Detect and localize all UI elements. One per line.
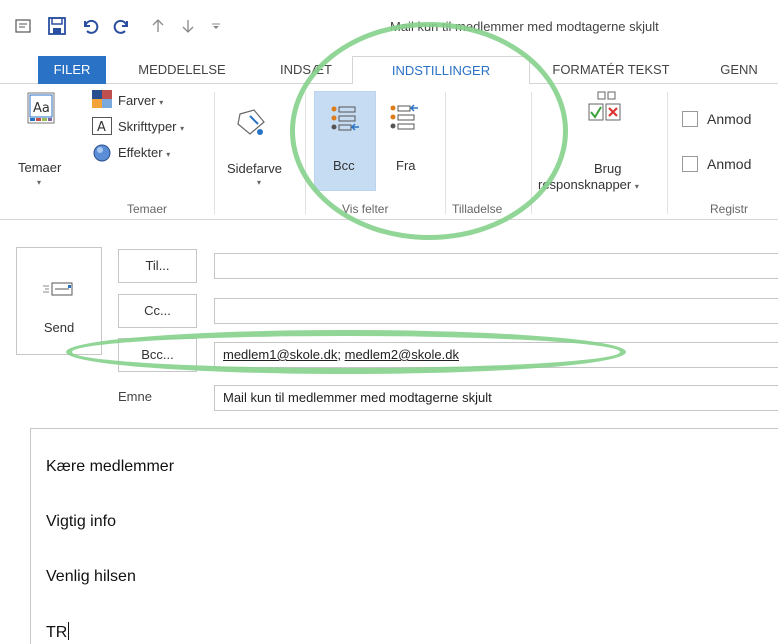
to-field[interactable] (214, 253, 778, 279)
down-arrow-icon[interactable] (178, 16, 198, 36)
save-icon[interactable] (47, 16, 67, 36)
fonts-icon: A (92, 117, 112, 138)
group-separator (531, 92, 532, 214)
cc-button[interactable]: Cc... (118, 294, 197, 328)
window-title: Mail kun til medlemmer med modtagerne sk… (390, 19, 659, 34)
fonts-label: Skrifttyper (118, 119, 177, 134)
bcc-button[interactable]: Bcc... (118, 338, 197, 372)
body-line: Kære medlemmer (46, 458, 175, 475)
page-color-dropdown-icon[interactable]: ▾ (257, 178, 261, 187)
tab-formater-tekst[interactable]: FORMATÉR TEKST (536, 56, 686, 84)
tab-indstillinger[interactable]: INDSTILLINGER (352, 56, 530, 85)
group-separator (214, 92, 215, 214)
group-separator (667, 92, 668, 214)
page-color-icon (236, 108, 268, 141)
send-label: Send (43, 320, 75, 335)
body-line: TR (46, 624, 68, 641)
body-line: Venlig hilsen (46, 568, 136, 585)
mail-icon (13, 16, 33, 36)
from-button[interactable]: Fra (396, 158, 416, 173)
group-separator (305, 92, 306, 214)
group-label-registrering: Registr (710, 202, 749, 216)
bcc-label: Bcc (333, 158, 355, 173)
bcc-icon (330, 104, 360, 137)
body-line: Vigtig info (46, 513, 116, 530)
request-read-label: Anmod (707, 156, 752, 172)
bcc-toggle-button[interactable]: Bcc (314, 91, 376, 191)
subject-field[interactable]: Mail kun til medlemmer med modtagerne sk… (214, 385, 778, 411)
send-button[interactable]: Send (16, 247, 102, 355)
send-icon (43, 281, 75, 300)
themes-icon: Aa (27, 92, 55, 127)
fonts-button[interactable]: Skrifttyper ▾ (118, 119, 184, 134)
from-icon (389, 103, 419, 136)
effects-label: Effekter (118, 145, 163, 160)
customize-icon[interactable] (206, 16, 226, 36)
voting-buttons-label[interactable]: Brug (594, 161, 621, 176)
subject-label: Emne (118, 389, 152, 404)
bcc-recipient[interactable]: medlem2@skole.dk (345, 347, 459, 362)
voting-buttons-label-2: responsknapper (538, 177, 632, 192)
themes-dropdown-icon[interactable]: ▾ (37, 178, 41, 187)
tab-meddelelse[interactable]: MEDDELELSE (125, 56, 239, 84)
request-read-checkbox[interactable] (682, 156, 698, 172)
request-receipt-label: Anmod (707, 111, 752, 127)
colors-icon (92, 90, 112, 111)
bcc-field[interactable]: medlem1@skole.dk; medlem2@skole.dk (214, 342, 778, 368)
to-button[interactable]: Til... (118, 249, 197, 283)
redo-icon[interactable] (112, 16, 132, 36)
bcc-recipient[interactable]: medlem1@skole.dk (223, 347, 337, 362)
tab-indsaet[interactable]: INDSÆT (266, 56, 346, 84)
effects-button[interactable]: Effekter ▾ (118, 145, 170, 160)
cc-field[interactable] (214, 298, 778, 324)
text-cursor (68, 622, 70, 640)
svg-text:Aa: Aa (33, 101, 50, 116)
themes-button[interactable]: Temaer (18, 160, 61, 175)
tab-filer[interactable]: FILER (38, 56, 106, 84)
request-receipt-checkbox[interactable] (682, 111, 698, 127)
effects-icon (93, 144, 111, 165)
bcc-separator: ; (337, 347, 341, 362)
tab-genn[interactable]: GENN (700, 56, 778, 84)
group-label-temaer: Temaer (127, 202, 168, 216)
page-color-button[interactable]: Sidefarve (227, 161, 282, 176)
up-arrow-icon[interactable] (148, 16, 168, 36)
group-label-vis-felter: Vis felter (342, 202, 389, 216)
voting-buttons-icon (588, 90, 624, 127)
title-bar: Mail kun til medlemmer med modtagerne sk… (0, 0, 778, 56)
body-line-last: TR (46, 622, 70, 642)
ribbon-tabs: FILER MEDDELELSE INDSÆT INDSTILLINGER FO… (0, 56, 778, 85)
voting-buttons-button[interactable]: responsknapper ▾ (538, 177, 639, 192)
group-separator (445, 92, 446, 214)
colors-button[interactable]: Farver ▾ (118, 93, 163, 108)
svg-text:A: A (97, 120, 106, 135)
ribbon: Aa Temaer ▾ Farver ▾ A Skrifttyper ▾ Eff… (0, 84, 778, 220)
undo-icon[interactable] (80, 16, 100, 36)
group-label-tilladelse: Tilladelse (452, 202, 503, 216)
colors-label: Farver (118, 93, 156, 108)
